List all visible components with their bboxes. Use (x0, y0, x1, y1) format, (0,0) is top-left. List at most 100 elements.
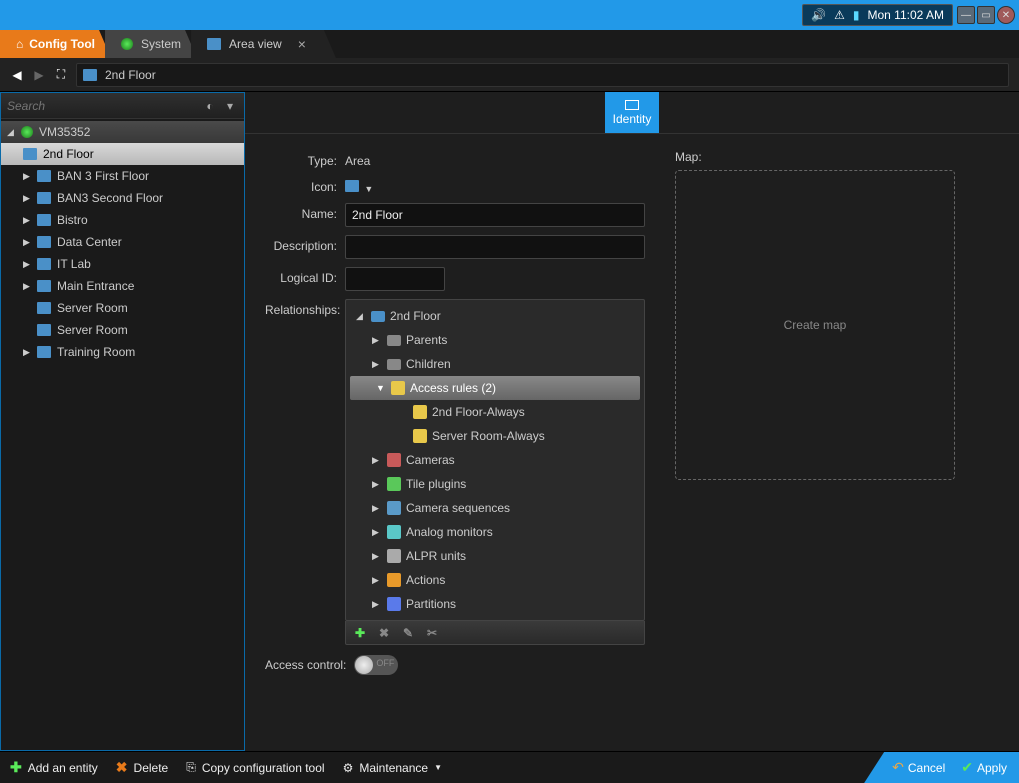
maintenance-button[interactable]: ⚙ Maintenance ▼ (343, 761, 442, 775)
search-bar: ◐ ▾ (1, 93, 244, 119)
expand-arrow-icon[interactable]: ▶ (372, 599, 382, 610)
rel-item[interactable]: ▶Parents (346, 328, 644, 352)
tab-identity[interactable]: Identity (605, 92, 659, 133)
rel-item-label: Actions (406, 573, 445, 587)
copy-icon: ⎘ (186, 760, 196, 775)
expand-arrow-icon[interactable]: ▶ (23, 237, 33, 248)
add-entity-button[interactable]: ✚ Add an entity (10, 759, 98, 776)
toggle-knob (355, 656, 373, 674)
rel-item[interactable]: ▶ Actions (346, 568, 644, 592)
rel-item[interactable]: ▶ALPR units (346, 544, 644, 568)
rel-item-label: Server Room-Always (432, 429, 545, 443)
cancel-button[interactable]: ↶ Cancel (892, 759, 945, 776)
edit-relationship-button[interactable]: ✎ (400, 625, 416, 641)
close-window-button[interactable]: ✕ (997, 6, 1015, 24)
expand-arrow-icon[interactable]: ▶ (372, 479, 382, 490)
sidebar-item[interactable]: ▶Data Center (1, 231, 244, 253)
icon-label: Icon: (265, 176, 345, 194)
expand-arrow-icon[interactable]: ▶ (23, 171, 33, 182)
rel-item[interactable]: ▶Partitions (346, 592, 644, 616)
sidebar-item[interactable]: 2nd Floor (1, 143, 244, 165)
close-tab-button[interactable]: × (298, 36, 306, 52)
expand-arrow-icon[interactable]: ▼ (376, 383, 386, 393)
sidebar-item[interactable]: ▶Main Entrance (1, 275, 244, 297)
nav-home-button[interactable]: ⛶ (54, 67, 68, 82)
apply-button[interactable]: ✔ Apply (961, 759, 1007, 776)
tab-config-tool[interactable]: ⌂ Config Tool (0, 30, 111, 58)
expand-arrow-icon[interactable]: ◢ (356, 311, 366, 322)
expand-arrow-icon[interactable]: ▶ (23, 215, 33, 226)
sidebar-item[interactable]: Server Room (1, 297, 244, 319)
rel-item[interactable]: ▶Children (346, 352, 644, 376)
expand-arrow-icon[interactable]: ▶ (372, 503, 382, 514)
map-label: Map: (675, 150, 999, 164)
expand-arrow-icon[interactable]: ▶ (372, 575, 382, 586)
tab-system-label: System (141, 37, 181, 51)
logical-id-input[interactable] (345, 267, 445, 291)
entity-tree[interactable]: ◢ VM35352 2nd Floor▶BAN 3 First Floor▶BA… (1, 119, 244, 750)
create-map-zone[interactable]: Create map (675, 170, 955, 480)
main-tabs: ⌂ Config Tool System Area view × (0, 30, 1019, 58)
area-icon (37, 302, 51, 314)
expand-arrow-icon[interactable]: ▶ (372, 551, 382, 562)
form-column: Type: Area Icon: ▼ Name: Description: Lo… (265, 150, 645, 741)
area-icon (83, 69, 97, 81)
rel-item[interactable]: 2nd Floor-Always (346, 400, 644, 424)
rel-item[interactable]: Server Room-Always (346, 424, 644, 448)
breadcrumb[interactable]: 2nd Floor (76, 63, 1009, 87)
footer-toolbar: ✚ Add an entity ✖ Delete ⎘ Copy configur… (0, 751, 1019, 783)
sidebar-item[interactable]: ▶IT Lab (1, 253, 244, 275)
maximize-button[interactable]: ▭ (977, 6, 995, 24)
delete-relationship-button[interactable]: ✖ (376, 625, 392, 641)
apply-label: Apply (977, 761, 1007, 775)
description-input[interactable] (345, 235, 645, 259)
folder-icon (387, 335, 401, 346)
link-relationship-button[interactable]: ✂ (424, 625, 440, 641)
sidebar-item[interactable]: Server Room (1, 319, 244, 341)
chevron-down-icon: ▼ (364, 184, 373, 194)
footer-actions: ↶ Cancel ✔ Apply (864, 752, 1019, 783)
tree-root[interactable]: ◢ VM35352 (1, 121, 244, 143)
rel-item[interactable]: ▶Analog monitors (346, 520, 644, 544)
rel-item[interactable]: ▶Cameras (346, 448, 644, 472)
expand-arrow-icon[interactable]: ▶ (372, 527, 382, 538)
add-relationship-button[interactable]: ✚ (352, 625, 368, 641)
copy-config-button[interactable]: ⎘ Copy configuration tool (186, 760, 324, 775)
expand-arrow-icon[interactable]: ▶ (372, 335, 382, 346)
area-icon (37, 324, 51, 336)
sidebar-item[interactable]: ▶Training Room (1, 341, 244, 363)
rel-item[interactable]: ▶Tile plugins (346, 472, 644, 496)
refresh-icon[interactable]: ◐ (202, 98, 218, 114)
expand-arrow-icon[interactable]: ▶ (23, 347, 33, 358)
rel-root-label: 2nd Floor (390, 309, 441, 323)
volume-icon[interactable]: 🔊 (811, 8, 826, 22)
rel-item[interactable]: ▶Camera sequences (346, 496, 644, 520)
name-input[interactable] (345, 203, 645, 227)
access-control-toggle[interactable]: OFF (354, 655, 398, 675)
expand-arrow-icon[interactable]: ▶ (23, 281, 33, 292)
expand-arrow-icon[interactable]: ▶ (372, 455, 382, 466)
type-value: Area (345, 150, 645, 168)
expand-arrow-icon[interactable]: ▶ (372, 359, 382, 370)
search-input[interactable] (7, 99, 198, 113)
minimize-button[interactable]: — (957, 6, 975, 24)
battery-icon[interactable]: ▮ (853, 8, 860, 22)
tab-system[interactable]: System (105, 30, 197, 58)
tab-area-view[interactable]: Area view × (191, 30, 336, 58)
rel-root[interactable]: ◢ 2nd Floor (346, 304, 644, 328)
sidebar-item[interactable]: ▶BAN 3 First Floor (1, 165, 244, 187)
sidebar-item[interactable]: ▶BAN3 Second Floor (1, 187, 244, 209)
sidebar-item[interactable]: ▶Bistro (1, 209, 244, 231)
icon-picker[interactable]: ▼ (345, 176, 645, 195)
expand-arrow-icon[interactable]: ▶ (23, 193, 33, 204)
rel-item[interactable]: ▼Access rules (2) (350, 376, 640, 400)
filter-icon[interactable]: ▾ (222, 98, 238, 114)
expand-arrow-icon[interactable]: ◢ (7, 127, 17, 138)
area-icon (37, 192, 51, 204)
nav-back-button[interactable]: ◀ (10, 68, 24, 82)
warning-icon[interactable]: ⚠ (834, 8, 845, 22)
nav-forward-button[interactable]: ▶ (32, 68, 46, 82)
delete-button[interactable]: ✖ Delete (116, 759, 168, 776)
relationships-tree[interactable]: ◢ 2nd Floor ▶Parents▶Children▼Access rul… (345, 299, 645, 621)
expand-arrow-icon[interactable]: ▶ (23, 259, 33, 270)
